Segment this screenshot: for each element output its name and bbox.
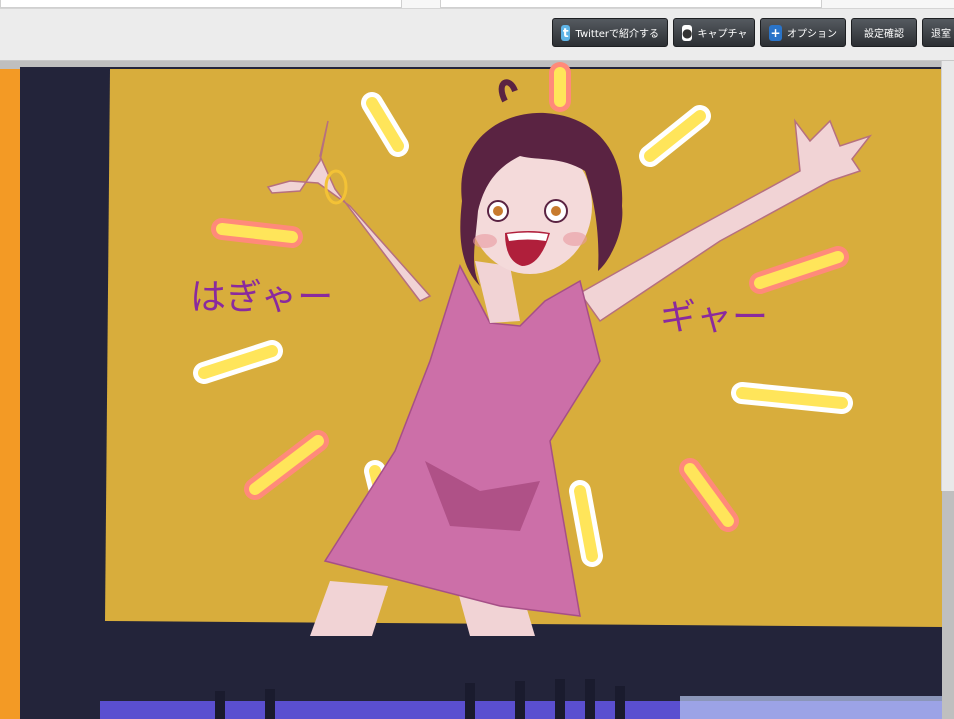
- exit-room-label: 退室: [931, 29, 951, 40]
- drawing-canvas[interactable]: はぎゃー ギャー: [0, 61, 954, 719]
- plus-icon: +: [769, 24, 782, 41]
- ray-core: [216, 223, 298, 243]
- right-iris: [551, 206, 561, 216]
- sfx-text-right: ギャー: [660, 297, 768, 338]
- capture-label: キャプチャ: [697, 29, 748, 40]
- vertical-scrollbar[interactable]: [941, 61, 954, 491]
- exit-room-button[interactable]: 退室: [922, 18, 954, 47]
- search-field[interactable]: [440, 0, 822, 8]
- settings-check-label: 設定確認: [864, 29, 904, 40]
- twitter-bird-icon: t: [561, 24, 571, 41]
- drawing-artwork: はぎゃー ギャー: [0, 62, 942, 719]
- action-toolbar: t Twitterで紹介する ● キャプチャ + オプション 設定確認 退室: [552, 18, 954, 48]
- twitter-share-label: Twitterで紹介する: [575, 29, 659, 40]
- browser-toolbar: t Twitterで紹介する ● キャプチャ + オプション 設定確認 退室: [0, 0, 954, 61]
- person-capture-icon: ●: [682, 24, 693, 41]
- left-blush: [473, 234, 497, 248]
- left-iris: [493, 206, 503, 216]
- options-label: オプション: [787, 29, 837, 40]
- capture-button[interactable]: ● キャプチャ: [673, 18, 755, 47]
- right-blush: [563, 232, 587, 246]
- options-button[interactable]: + オプション: [760, 18, 846, 47]
- address-strip: [0, 0, 954, 9]
- orange-edge: [0, 69, 22, 719]
- sfx-text-left: はぎゃー: [190, 277, 333, 318]
- twitter-share-button[interactable]: t Twitterで紹介する: [552, 18, 668, 47]
- settings-check-button[interactable]: 設定確認: [851, 18, 917, 47]
- address-field[interactable]: [0, 0, 402, 8]
- bottom-glow: [680, 696, 942, 719]
